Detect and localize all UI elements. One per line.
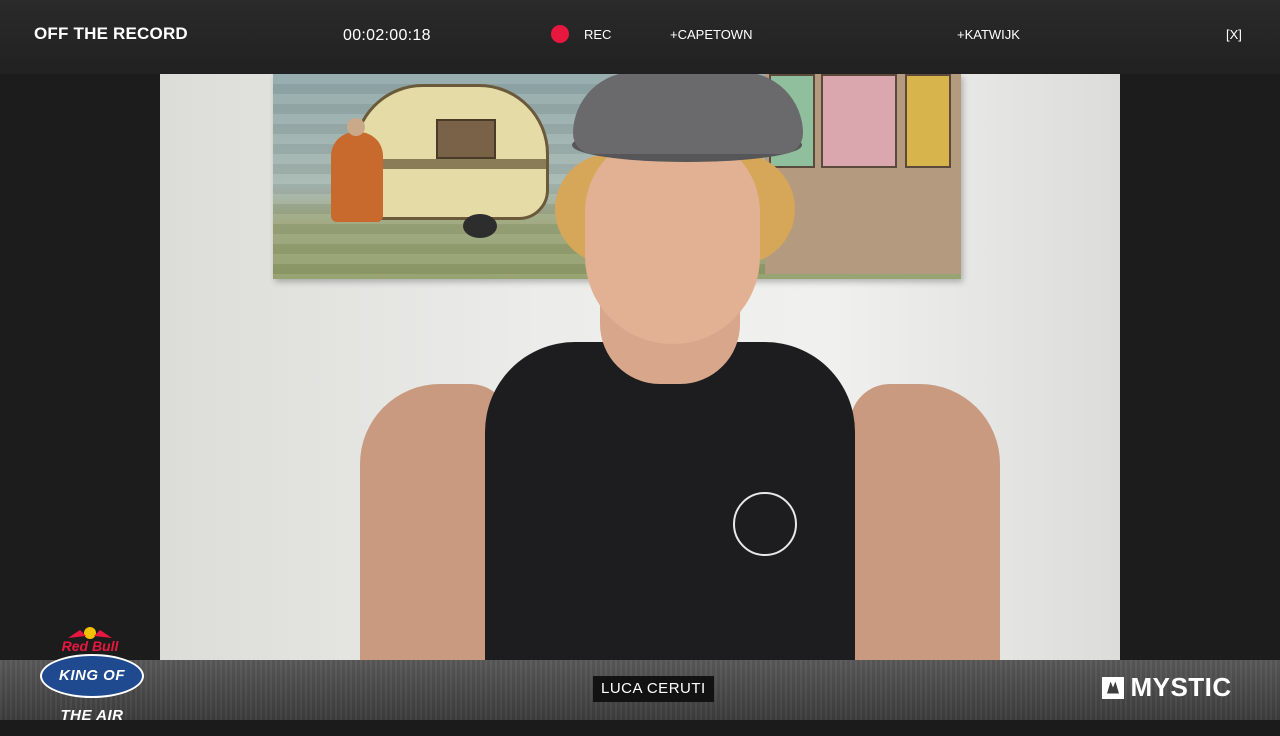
shirt-logo-icon xyxy=(733,492,797,556)
person-cap xyxy=(573,74,803,154)
mystic-wordmark: MYSTIC xyxy=(1130,672,1232,702)
person-shirt xyxy=(485,342,855,660)
king-of-the-air-text: KING OF THE AIR xyxy=(40,654,144,724)
show-title: OFF THE RECORD xyxy=(34,24,188,43)
person-arm-right xyxy=(850,384,1000,660)
timecode: 00:02:00:18 xyxy=(343,27,431,44)
mystic-logo: MYSTIC xyxy=(1102,672,1232,702)
location-capetown: +CAPETOWN xyxy=(670,27,753,42)
rec-label: REC xyxy=(584,27,612,42)
mystic-mark-icon xyxy=(1102,676,1124,699)
redbull-brand: Red Bull xyxy=(61,638,119,654)
side-panel-left xyxy=(0,74,160,660)
location-katwijk: +KATWIJK xyxy=(957,27,1020,42)
person-face xyxy=(585,134,760,344)
record-dot-icon xyxy=(551,25,569,43)
side-panel-right xyxy=(1120,74,1280,660)
speaker-name: LUCA CERUTI xyxy=(593,676,714,702)
redbull-king-of-the-air-logo: Red Bull KING OF THE AIR xyxy=(38,624,144,724)
top-bar: OFF THE RECORD 00:02:00:18 REC +CAPETOWN… xyxy=(0,0,1280,74)
close-icon[interactable]: [X] xyxy=(1226,26,1242,44)
video-feed xyxy=(160,74,1120,660)
